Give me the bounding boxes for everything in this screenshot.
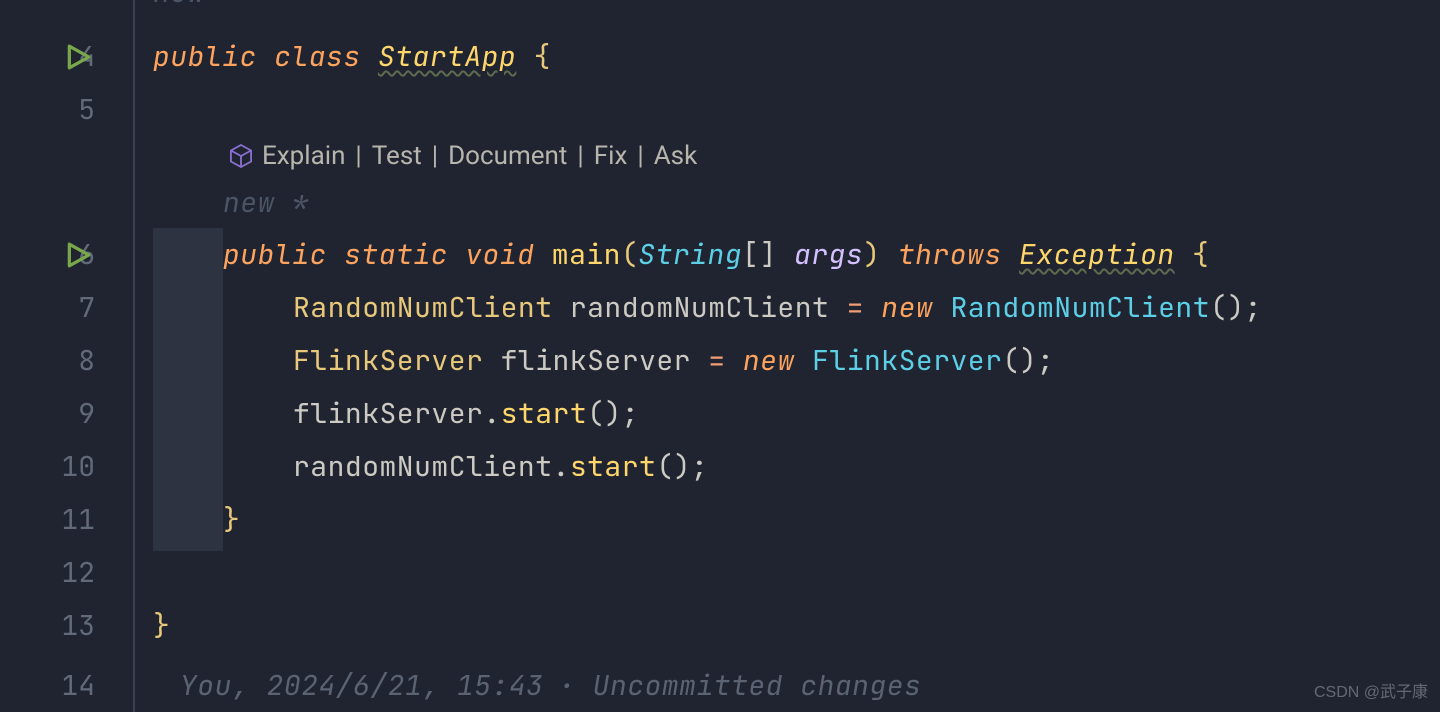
code-line[interactable]: public static void main(String[] args) t… xyxy=(223,228,1440,281)
ctor-name: FlinkServer xyxy=(812,342,1002,379)
code-line[interactable]: randomNumClient.start(); xyxy=(293,440,1440,493)
method-call: start xyxy=(501,395,588,432)
tail: (); xyxy=(587,395,639,432)
paren-close: ) xyxy=(863,236,880,273)
gutter-row[interactable]: 12 xyxy=(0,546,133,599)
type-name: RandomNumClient xyxy=(293,289,553,326)
method-main: main xyxy=(552,236,621,273)
tail: (); xyxy=(1210,289,1262,326)
line-number: 9 xyxy=(59,395,95,432)
var-name: flinkServer xyxy=(293,395,483,432)
line-number: 13 xyxy=(59,607,95,644)
brace-open: { xyxy=(534,38,551,75)
git-blame-annotation: You, 2024/6/21, 15:43 · Uncommitted chan… xyxy=(180,660,921,710)
line-number: 5 xyxy=(59,91,95,128)
tail: (); xyxy=(1002,342,1054,379)
keyword-void: void xyxy=(465,236,534,273)
codelens-test[interactable]: Test xyxy=(372,141,422,171)
line-number: 8 xyxy=(59,342,95,379)
brackets: [] xyxy=(742,236,777,273)
gutter-row xyxy=(0,0,133,3)
gutter-row[interactable]: 6 xyxy=(0,228,133,281)
blame-time: 15:43 xyxy=(457,667,544,704)
dot: . xyxy=(553,448,570,485)
assign-op: = xyxy=(708,342,725,379)
keyword-public: public xyxy=(223,236,327,273)
run-gutter-icon[interactable] xyxy=(65,242,91,268)
inlay-hint: new * xyxy=(153,0,1440,6)
brace-close: } xyxy=(223,501,240,538)
ai-cube-icon xyxy=(230,144,252,168)
assign-op: = xyxy=(847,289,864,326)
line-number: 14 xyxy=(59,667,95,704)
gutter-row[interactable]: 4 xyxy=(0,30,133,83)
codelens-separator: | xyxy=(432,141,438,171)
var-name: flinkServer xyxy=(501,342,691,379)
line-number: 11 xyxy=(59,501,95,538)
code-line[interactable]: } xyxy=(223,493,1440,546)
inlay-hint: new * xyxy=(223,178,1440,226)
var-name: randomNumClient xyxy=(293,448,553,485)
codelens-explain[interactable]: Explain xyxy=(262,141,345,171)
gutter-row[interactable]: 11 xyxy=(0,493,133,546)
keyword-new: new xyxy=(743,342,795,379)
gutter-row[interactable]: 8 xyxy=(0,334,133,387)
codelens-separator: | xyxy=(637,141,643,171)
class-name: StartApp xyxy=(378,38,516,75)
ctor-name: RandomNumClient xyxy=(951,289,1211,326)
gutter-row[interactable]: 10 xyxy=(0,440,133,493)
brace-open: { xyxy=(1192,236,1209,273)
change-marker xyxy=(153,228,223,551)
codelens-fix[interactable]: Fix xyxy=(594,141,628,171)
codelens-separator: | xyxy=(355,141,361,171)
blame-status: Uncommitted changes xyxy=(593,667,922,704)
codelens: Explain | Test | Document | Fix | Ask xyxy=(230,136,1440,176)
blame-date: 2024/6/21, xyxy=(267,667,440,704)
paren-open: ( xyxy=(621,236,638,273)
code-line[interactable]: flinkServer.start(); xyxy=(293,387,1440,440)
run-gutter-icon[interactable] xyxy=(65,44,91,70)
inlay-text: new * xyxy=(153,0,240,11)
line-number: 7 xyxy=(59,289,95,326)
gutter-row[interactable]: 7 xyxy=(0,281,133,334)
codelens-document[interactable]: Document xyxy=(448,141,567,171)
gutter: 4 5 6 7 8 9 10 11 12 xyxy=(0,0,135,712)
gutter-row[interactable]: 14 xyxy=(0,660,133,710)
codelens-separator: | xyxy=(577,141,583,171)
code-line[interactable]: RandomNumClient randomNumClient = new Ra… xyxy=(293,281,1440,334)
code-line[interactable]: public class StartApp { xyxy=(153,30,1440,83)
gutter-row[interactable]: 13 xyxy=(0,599,133,652)
dot: . xyxy=(483,395,500,432)
blame-separator: · xyxy=(559,667,576,704)
tail: (); xyxy=(656,448,708,485)
type-string: String xyxy=(638,236,742,273)
method-call: start xyxy=(570,448,657,485)
keyword-static: static xyxy=(344,236,448,273)
keyword-class: class xyxy=(274,38,361,75)
code-line[interactable]: FlinkServer flinkServer = new FlinkServe… xyxy=(293,334,1440,387)
exception-type: Exception xyxy=(1019,236,1175,273)
keyword-public: public xyxy=(153,38,257,75)
gutter-row[interactable]: 5 xyxy=(0,83,133,136)
code-editor: 4 5 6 7 8 9 10 11 12 xyxy=(0,0,1440,712)
blame-author: You, xyxy=(180,667,249,704)
code-line[interactable] xyxy=(153,83,1440,136)
code-area[interactable]: new * public class StartApp { Explain | … xyxy=(135,0,1440,712)
code-line[interactable] xyxy=(153,546,1440,599)
code-line[interactable]: } xyxy=(153,599,1440,652)
type-name: FlinkServer xyxy=(293,342,483,379)
brace-close: } xyxy=(153,607,170,644)
var-name: randomNumClient xyxy=(570,289,830,326)
watermark: CSDN @武子康 xyxy=(1314,678,1428,702)
codelens-ask[interactable]: Ask xyxy=(654,141,698,171)
line-number: 12 xyxy=(59,554,95,591)
line-number: 10 xyxy=(59,448,95,485)
param-args: args xyxy=(794,236,863,273)
keyword-throws: throws xyxy=(898,236,1002,273)
keyword-new: new xyxy=(881,289,933,326)
inlay-text: new * xyxy=(223,184,310,221)
gutter-row[interactable]: 9 xyxy=(0,387,133,440)
